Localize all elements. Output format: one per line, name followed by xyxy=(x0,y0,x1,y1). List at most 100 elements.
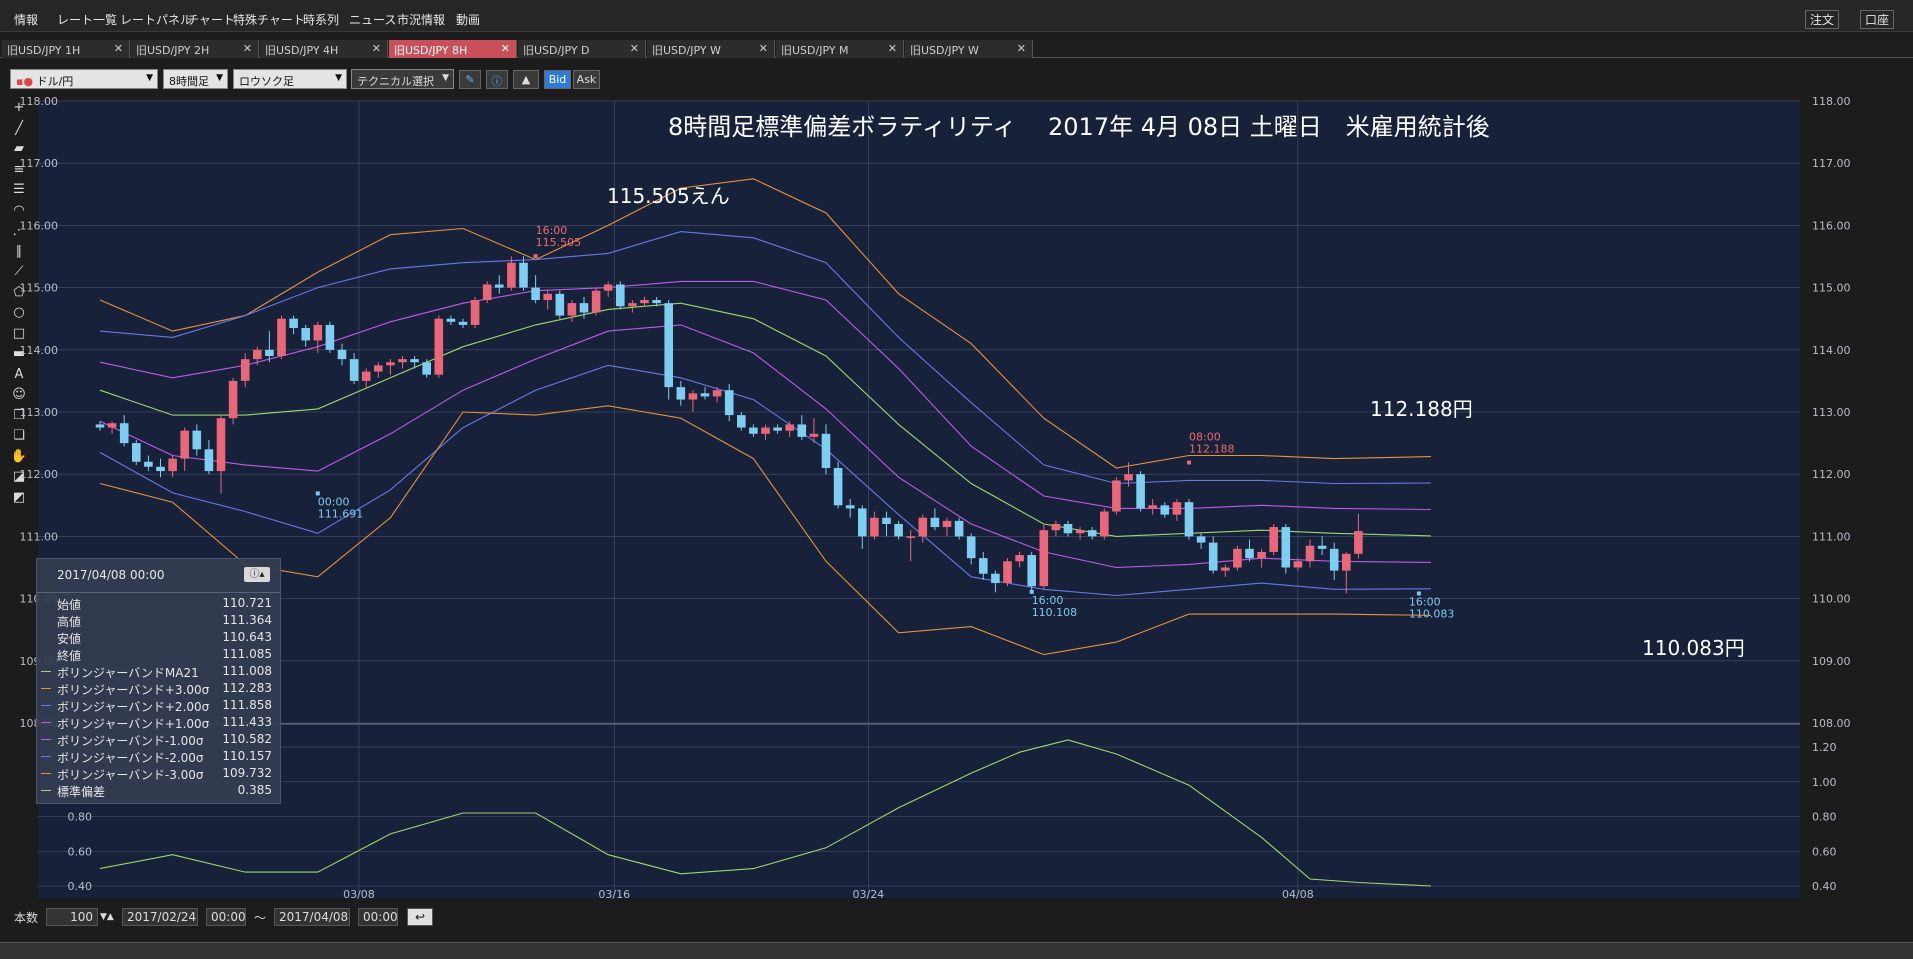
candle-body xyxy=(1027,555,1036,587)
currency-pair-select[interactable]: ▪● ドル/円 ▼ xyxy=(10,69,158,89)
close-icon[interactable]: ✕ xyxy=(630,42,639,55)
technical-select[interactable]: テクニカル選択 ▼ xyxy=(351,69,454,89)
chart-style-button[interactable]: ▲ xyxy=(513,70,539,89)
info-value: 110.157 xyxy=(222,749,272,763)
info-button[interactable]: ⓘ xyxy=(486,70,508,89)
from-date-input[interactable]: 2017/02/24 xyxy=(122,908,198,926)
menu-item-1[interactable]: レート一覧 xyxy=(57,11,117,28)
close-icon[interactable]: ✕ xyxy=(1017,42,1026,55)
timeframe-select[interactable]: 8時間足 ▼ xyxy=(163,69,228,89)
chart-tab-3[interactable]: 旧USD/JPY 8H ✕ xyxy=(389,40,517,58)
chart-tab-1[interactable]: 旧USD/JPY 2H ✕ xyxy=(131,40,259,58)
candle-body xyxy=(144,461,153,467)
close-icon[interactable]: ✕ xyxy=(501,42,510,55)
count-stepper-icon[interactable]: ▼▲ xyxy=(100,912,114,922)
menu-item-2[interactable]: レートパネル xyxy=(120,11,192,28)
chart-tab-6[interactable]: 旧USD/JPY M ✕ xyxy=(776,40,904,58)
reset-range-button[interactable]: ↩ xyxy=(407,908,433,926)
order-button[interactable]: 注文 xyxy=(1805,10,1840,29)
candle-body xyxy=(555,293,565,316)
series-swatch xyxy=(41,688,51,689)
chart-title-annotation: 8時間足標準偏差ボラティリティ 2017年 4月 08日 土曜日 米雇用統計後 xyxy=(668,113,1490,141)
mid-price-annotation: 112.188円 xyxy=(1370,397,1473,421)
close-icon[interactable]: ✕ xyxy=(888,42,897,55)
chart-tab-5[interactable]: 旧USD/JPY W ✕ xyxy=(647,40,775,58)
ask-button[interactable]: Ask xyxy=(573,70,600,89)
close-icon[interactable]: ✕ xyxy=(759,42,768,55)
candle-body xyxy=(1269,527,1278,552)
candle-body xyxy=(240,359,250,381)
series-swatch xyxy=(41,722,51,723)
y-tick-label-right: 118.00 xyxy=(1812,95,1851,108)
chart-tab-4[interactable]: 旧USD/JPY D ✕ xyxy=(518,40,646,58)
account-button[interactable]: 口座 xyxy=(1860,10,1895,29)
bid-button[interactable]: Bid xyxy=(544,70,571,89)
x-tick-label: 03/08 xyxy=(343,888,375,901)
close-icon[interactable]: ✕ xyxy=(372,42,381,55)
info-collapse-button[interactable]: ⓘ▴ xyxy=(244,567,270,582)
sub-tick-label-left: 0.40 xyxy=(68,880,93,893)
y-tick-label-right: 108.00 xyxy=(1812,717,1851,730)
info-row: 標準偏差 0.385 xyxy=(37,782,282,799)
candle-body xyxy=(313,324,323,341)
candle-body xyxy=(712,390,722,397)
candle-body xyxy=(1172,502,1182,515)
close-icon[interactable]: ✕ xyxy=(114,42,123,55)
chart-tab-7[interactable]: 旧USD/JPY W ✕ xyxy=(905,40,1033,58)
info-value: 110.582 xyxy=(222,732,272,746)
ohlc-info-panel: 2017/04/08 00:00 ⓘ▴ 始値 110.721 高値 111.364 安値… xyxy=(36,558,281,804)
extreme-value: 110.083 xyxy=(1409,607,1455,620)
info-value: 111.858 xyxy=(222,698,272,712)
candle-body xyxy=(906,536,915,538)
chart-tab-0[interactable]: 旧USD/JPY 1H ✕ xyxy=(2,40,130,58)
info-row: ボリンジャーバンド+2.00σ 111.858 xyxy=(37,697,282,714)
menu-item-7[interactable]: 市況情報 xyxy=(397,11,445,28)
draw-pencil-button[interactable]: ✎ xyxy=(459,70,481,89)
status-bar xyxy=(0,942,1913,959)
candle-body xyxy=(265,349,274,357)
candle-body xyxy=(761,427,770,434)
count-input[interactable]: 100 xyxy=(46,908,98,926)
info-label: ボリンジャーバンド+1.00σ xyxy=(57,717,210,731)
series-swatch xyxy=(41,705,51,706)
chevron-down-icon: ▼ xyxy=(335,73,342,83)
menu-item-6[interactable]: ニュース xyxy=(349,11,396,28)
tab-label: 旧USD/JPY 1H xyxy=(7,44,81,57)
candle-body xyxy=(579,303,589,313)
info-label: ボリンジャーバンド-3.00σ xyxy=(57,768,204,782)
candle-body xyxy=(809,433,819,437)
menu-item-5[interactable]: 時系列 xyxy=(303,11,339,28)
candle-body xyxy=(724,390,734,416)
info-icon: ⓘ▴ xyxy=(249,569,265,580)
timeframe-label: 8時間足 xyxy=(169,75,209,88)
candle-body xyxy=(821,433,831,468)
y-tick-label-left: 116.00 xyxy=(20,219,59,232)
from-time-input[interactable]: 00:00 xyxy=(206,908,246,926)
candle-body xyxy=(1281,527,1291,568)
candle-body xyxy=(519,262,528,288)
menu-item-0[interactable]: 情報 xyxy=(14,11,38,28)
close-icon[interactable]: ✕ xyxy=(243,42,252,55)
y-tick-label-right: 117.00 xyxy=(1812,157,1851,170)
to-time-input[interactable]: 00:00 xyxy=(358,908,398,926)
price-chart[interactable]: 118.00 118.00 117.00 117.00 116.00 116.00 115.… xyxy=(0,94,1913,906)
sub-tick-label-right: 0.80 xyxy=(1812,811,1837,824)
info-row: ボリンジャーバンド-2.00σ 110.157 xyxy=(37,748,282,765)
menu-item-4[interactable]: 特殊チャート xyxy=(233,11,305,28)
candle-body xyxy=(1087,530,1097,537)
info-label: 標準偏差 xyxy=(57,785,106,799)
candle-body xyxy=(1051,523,1061,531)
menu-item-8[interactable]: 動画 xyxy=(456,11,480,28)
y-tick-label-right: 110.00 xyxy=(1812,593,1851,606)
tab-label: 旧USD/JPY 4H xyxy=(265,44,339,57)
y-tick-label-right: 114.00 xyxy=(1812,344,1851,357)
y-tick-label-left: 114.00 xyxy=(20,344,59,357)
info-datetime: 2017/04/08 00:00 xyxy=(57,568,165,582)
tab-label: 旧USD/JPY W xyxy=(910,44,979,57)
menu-item-3[interactable]: チャート xyxy=(187,11,235,28)
chart-type-select[interactable]: ロウソク足 ▼ xyxy=(233,69,347,89)
chart-tab-2[interactable]: 旧USD/JPY 4H ✕ xyxy=(260,40,388,58)
x-tick-label: 03/16 xyxy=(598,888,630,901)
to-date-input[interactable]: 2017/04/08 xyxy=(274,908,350,926)
from-time: 00:00 xyxy=(211,910,246,924)
